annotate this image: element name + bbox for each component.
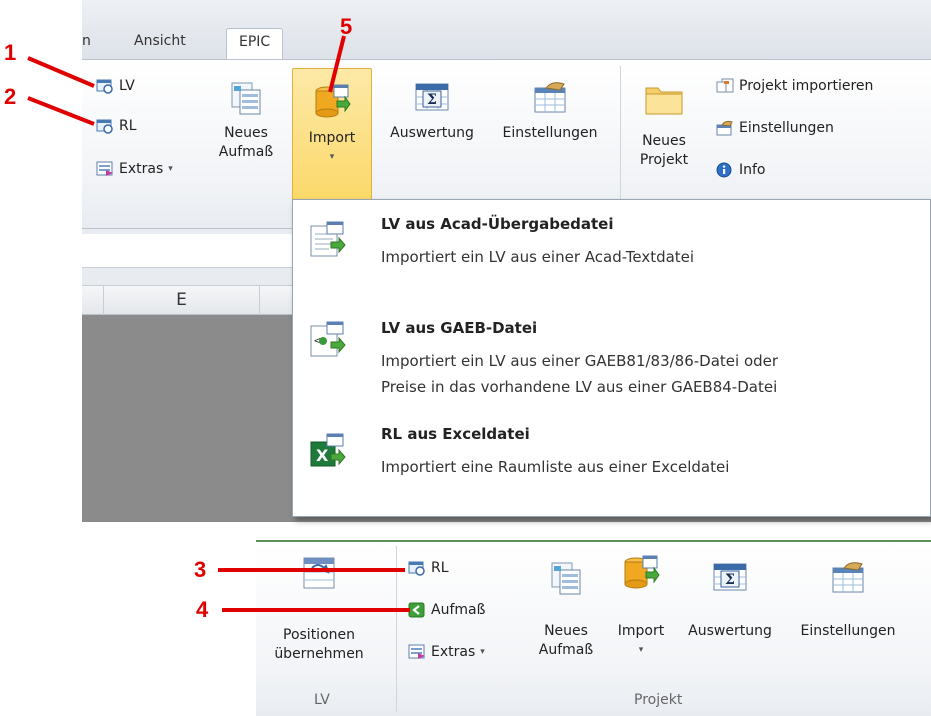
annotation-line-1 xyxy=(27,56,95,88)
annotation-line-5 xyxy=(328,35,346,93)
annotation-line-2 xyxy=(27,96,95,126)
annotation-number-2: 2 xyxy=(4,84,17,109)
annotation-number-4: 4 xyxy=(196,597,209,622)
annotation-lines xyxy=(27,35,410,612)
annotation-number-5: 5 xyxy=(340,14,353,39)
annotation-number-3: 3 xyxy=(194,557,207,582)
annotation-number-1: 1 xyxy=(4,40,17,65)
